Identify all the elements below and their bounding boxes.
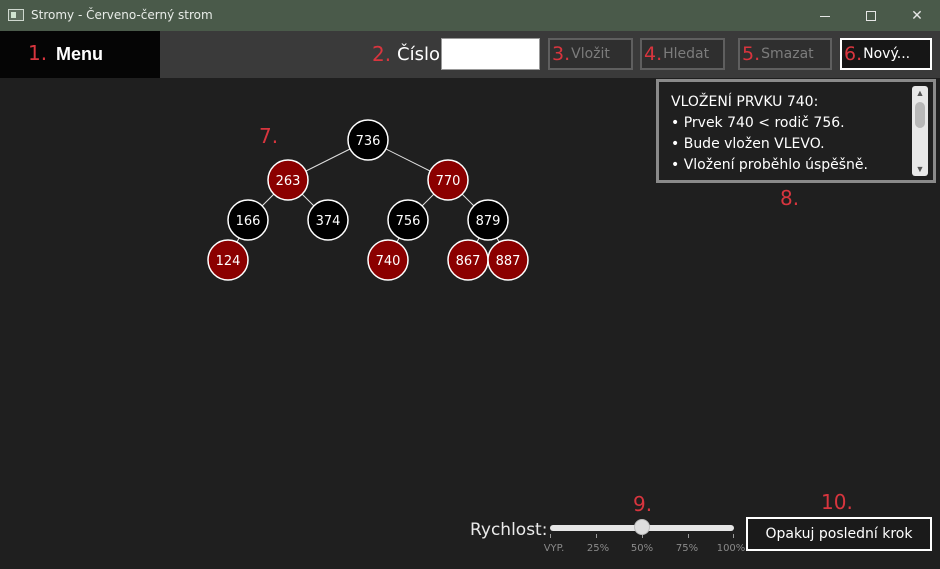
speed-slider[interactable] — [548, 518, 736, 540]
slider-tick — [596, 534, 597, 538]
tree-node-124[interactable]: 124 — [207, 239, 249, 281]
tree-node-value: 770 — [436, 174, 461, 189]
window-title: Stromy - Červeno-černý strom — [31, 8, 213, 22]
search-button[interactable]: 4. Hledat — [640, 38, 725, 70]
tree-node-867[interactable]: 867 — [447, 239, 489, 281]
repeat-last-step-button[interactable]: Opakuj poslední krok — [746, 517, 932, 551]
speed-tick-label: 75% — [675, 543, 699, 554]
annotation-1: 1. — [28, 41, 48, 65]
slider-tick — [688, 534, 689, 538]
scrollbar-thumb[interactable] — [915, 102, 925, 128]
tree-node-value: 867 — [456, 254, 481, 269]
slider-tick — [733, 534, 734, 538]
delete-button[interactable]: 5. Smazat — [738, 38, 832, 70]
tree-node-value: 166 — [236, 214, 261, 229]
annotation-10: 10. — [821, 490, 853, 514]
number-label: Číslo: — [397, 44, 447, 65]
tree-node-736[interactable]: 736 — [347, 119, 389, 161]
tree-node-374[interactable]: 374 — [307, 199, 349, 241]
speed-tick-label: 100% — [716, 543, 746, 554]
close-icon: ✕ — [911, 7, 923, 24]
tree-node-value: 879 — [476, 214, 501, 229]
new-tree-button[interactable]: 6. Nový... — [840, 38, 932, 70]
delete-button-label: Smazat — [761, 46, 814, 62]
title-bar: Stromy - Červeno-černý strom ✕ — [0, 0, 940, 31]
menu-label: Menu — [56, 44, 103, 64]
tree-node-value: 756 — [396, 214, 421, 229]
annotation-9: 9. — [633, 492, 653, 516]
speed-tick-label: 25% — [586, 543, 610, 554]
annotation-3: 3. — [552, 43, 571, 65]
info-line: • Prvek 740 < rodič 756. — [671, 115, 845, 131]
search-button-label: Hledat — [663, 46, 710, 62]
maximize-icon — [866, 10, 876, 21]
tree-node-770[interactable]: 770 — [427, 159, 469, 201]
tree-node-value: 740 — [376, 254, 401, 269]
tree-node-value: 374 — [316, 214, 341, 229]
tree-node-166[interactable]: 166 — [227, 199, 269, 241]
info-line: • Bude vložen VLEVO. — [671, 136, 825, 152]
slider-thumb[interactable] — [634, 519, 650, 535]
tree-node-756[interactable]: 756 — [387, 199, 429, 241]
slider-tick — [550, 534, 551, 538]
info-line: • Vložení proběhlo úspěšně. — [671, 157, 868, 173]
number-input[interactable] — [441, 38, 540, 70]
annotation-2: 2. — [372, 42, 392, 66]
tree-node-887[interactable]: 887 — [487, 239, 529, 281]
tree-node-value: 887 — [496, 254, 521, 269]
info-line: VLOŽENÍ PRVKU 740: — [671, 94, 819, 110]
annotation-8: 8. — [780, 186, 800, 210]
speed-label: Rychlost: — [470, 520, 548, 540]
minimize-icon — [820, 16, 830, 17]
annotation-7: 7. — [259, 124, 279, 148]
tree-node-value: 263 — [276, 174, 301, 189]
speed-tick-label: VYP. — [543, 543, 565, 554]
speed-tick-label: 50% — [630, 543, 654, 554]
repeat-last-step-label: Opakuj poslední krok — [765, 526, 913, 542]
app-icon — [8, 9, 24, 21]
info-panel[interactable]: VLOŽENÍ PRVKU 740: • Prvek 740 < rodič 7… — [656, 79, 936, 183]
scroll-up-icon[interactable]: ▲ — [912, 86, 928, 100]
tree-node-879[interactable]: 879 — [467, 199, 509, 241]
tree-node-value: 736 — [356, 134, 381, 149]
maximize-button[interactable] — [848, 0, 894, 31]
scroll-down-icon[interactable]: ▼ — [912, 162, 928, 176]
minimize-button[interactable] — [802, 0, 848, 31]
annotation-4: 4. — [644, 43, 663, 65]
new-tree-button-label: Nový... — [863, 46, 911, 62]
annotation-6: 6. — [844, 43, 863, 65]
tree-node-value: 124 — [216, 254, 241, 269]
close-button[interactable]: ✕ — [894, 0, 940, 31]
info-scrollbar[interactable]: ▲ ▼ — [912, 86, 928, 176]
info-log: VLOŽENÍ PRVKU 740: • Prvek 740 < rodič 7… — [671, 92, 868, 176]
insert-button-label: Vložit — [571, 46, 610, 62]
tree-node-740[interactable]: 740 — [367, 239, 409, 281]
annotation-5: 5. — [742, 43, 761, 65]
tree-node-263[interactable]: 263 — [267, 159, 309, 201]
insert-button[interactable]: 3. Vložit — [548, 38, 633, 70]
